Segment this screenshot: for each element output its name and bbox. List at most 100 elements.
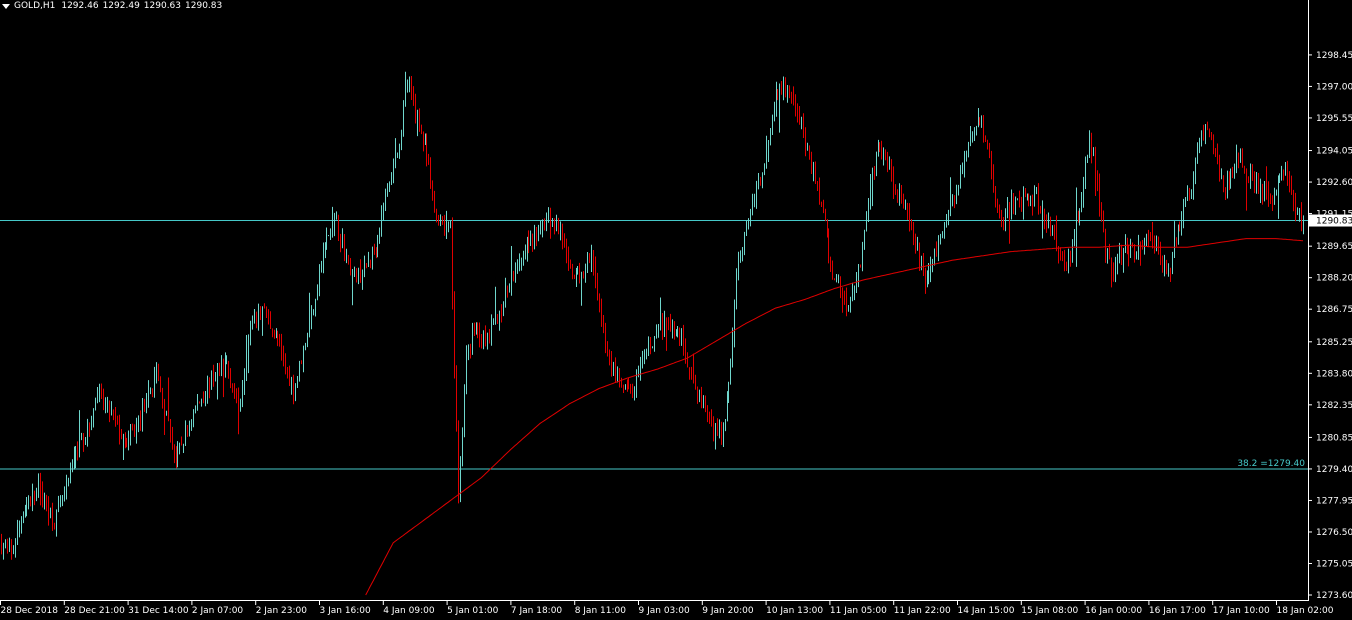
candle-body [1078,218,1079,220]
candle-body [1283,173,1284,175]
candle-body [244,376,245,388]
candle-body [727,400,728,422]
candle-body [1021,206,1022,208]
x-tick-label: 11 Jan 22:00 [894,606,951,616]
candle-body [1183,206,1184,220]
candle-body [950,202,951,215]
candle-body [576,269,577,278]
candle-body [219,368,220,370]
candle-body [383,209,384,214]
candle-body [58,503,59,510]
moving-average [365,238,1304,596]
candle-body [466,351,467,393]
candle-body [15,542,16,549]
candle-body [40,482,41,489]
candle-body [536,228,537,237]
candle-body [583,277,584,279]
candle-body [62,498,63,500]
candle-body [981,124,982,126]
candle-body [354,270,355,276]
candle-body [448,226,449,228]
candle-body [30,502,31,504]
candle-body [342,237,343,243]
candle-body [774,110,775,121]
candle-body [1130,246,1131,257]
y-tick-label: 1282.35 [1316,401,1352,411]
candle-body [850,298,851,307]
candle-body [1111,259,1112,264]
candle-body [28,502,29,506]
candle-body [954,199,955,204]
candle-body [601,311,602,319]
candle-body [262,307,263,317]
candle-body [605,325,606,347]
candle-body [1005,211,1006,228]
candle-body [676,330,677,332]
candle-body [338,214,339,235]
candle-body [791,91,792,98]
candle-body [893,174,894,190]
candle-body [899,189,900,197]
candle-body [1121,252,1122,264]
candle-body [123,433,124,439]
candle-body [785,79,786,95]
candle-body [270,317,271,329]
candle-body [458,426,459,496]
candle-body [277,334,278,343]
candle-body [848,306,849,311]
candle-body [723,429,724,438]
candle-body [768,140,769,146]
candle-body [258,307,259,325]
candle-body [113,410,114,413]
candle-body [1058,250,1059,255]
candle-body [154,374,155,391]
candle-body [174,446,175,455]
candle-body [585,265,586,279]
candle-body [1254,179,1255,192]
candle-body [272,328,273,337]
candle-body [907,203,908,213]
candle-body [503,303,504,316]
candle-body [25,510,26,516]
candle-body [1209,129,1210,137]
candle-body [150,388,151,390]
fibonacci-level-label: 38.2 =1279.40 [1237,459,1305,469]
candle-body [1087,157,1088,161]
candle-body [552,219,553,223]
candle-body [1068,253,1069,269]
candle-body [246,362,247,377]
candle-body [1238,153,1239,160]
candle-body [499,313,500,324]
candle-body [489,335,490,338]
candle-body [1270,197,1271,201]
candle-body [352,275,353,277]
candle-body [532,233,533,244]
candle-body [1093,153,1094,156]
candle-body [897,193,898,197]
candle-body [38,482,39,490]
candle-body [1230,170,1231,184]
candle-body [3,545,4,553]
candle-body [1099,184,1100,209]
candle-body [399,145,400,155]
candle-body [72,464,73,468]
candle-body [870,180,871,206]
candle-body [972,132,973,136]
x-tick-label: 15 Jan 08:00 [1021,606,1078,616]
candle-body [1260,187,1261,194]
candle-body [413,93,414,100]
candle-body [1152,239,1153,241]
candle-body [825,211,826,221]
time-axis: 28 Dec 2018 28 Dec 21:00 31 Dec 14:00 2 Jan… [0,600,1334,616]
candle-body [462,431,463,457]
candle-body [148,389,149,394]
candle-body [799,113,800,124]
y-tick-label: 1275.05 [1316,559,1352,569]
candlestick-chart[interactable]: 38.2 =1279.40 1298.45 1297.00 1295.55 1294.… [0,0,1352,620]
candle-body [281,343,282,352]
candle-body [752,202,753,215]
candle-body [132,429,133,431]
candle-body [119,420,120,436]
candle-body [995,186,996,203]
candle-body [838,277,839,280]
